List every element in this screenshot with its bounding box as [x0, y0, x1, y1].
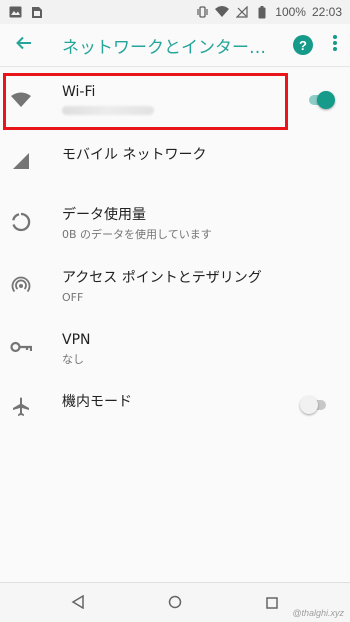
- key-icon: [10, 336, 32, 358]
- more-vert-icon: [333, 35, 337, 55]
- airplane-mode-toggle[interactable]: [300, 396, 328, 414]
- connected-network-name-blurred: [62, 106, 154, 115]
- nav-recents-button[interactable]: [262, 593, 282, 613]
- wifi-icon: [10, 89, 32, 111]
- image-notification-icon: [8, 5, 22, 19]
- overflow-menu-button[interactable]: [320, 24, 350, 67]
- nav-back-button[interactable]: [68, 593, 88, 613]
- setting-hotspot-tethering[interactable]: アクセス ポイントとテザリング OFF: [0, 253, 350, 315]
- settings-list: Wi-Fi モバイル ネットワーク データ使用量 0B のデータを使用しています: [0, 67, 350, 439]
- nav-home-icon: [168, 594, 182, 613]
- setting-wifi[interactable]: Wi-Fi: [0, 67, 350, 129]
- sim-notification-icon: [30, 5, 44, 19]
- setting-title: Wi-Fi: [62, 84, 96, 100]
- hotspot-icon: [10, 274, 32, 296]
- back-button[interactable]: [0, 24, 48, 67]
- data-usage-icon: [10, 211, 32, 233]
- setting-title: 機内モード: [62, 394, 132, 410]
- wifi-status-icon: [215, 5, 230, 19]
- clock: 22:03: [311, 5, 342, 19]
- setting-mobile-network[interactable]: モバイル ネットワーク: [0, 129, 350, 191]
- airplane-icon: [10, 396, 32, 418]
- app-bar: ネットワークとインター… ?: [0, 24, 350, 67]
- battery-icon: [255, 5, 269, 19]
- setting-title: VPN: [62, 332, 91, 348]
- battery-percent: 100%: [275, 5, 306, 19]
- arrow-back-icon: [16, 35, 32, 55]
- nav-recents-icon: [266, 594, 278, 613]
- system-nav-bar: @thalghi.xyz: [0, 582, 350, 622]
- setting-summary: OFF: [62, 291, 84, 304]
- help-button[interactable]: ?: [286, 24, 320, 67]
- watermark: @thalghi.xyz: [292, 608, 344, 618]
- wifi-toggle[interactable]: [307, 91, 335, 109]
- cellular-signal-icon: [10, 150, 32, 172]
- page-title: ネットワークとインター…: [62, 37, 266, 58]
- setting-summary: なし: [62, 353, 84, 366]
- setting-data-usage[interactable]: データ使用量 0B のデータを使用しています: [0, 191, 350, 253]
- nav-home-button[interactable]: [165, 593, 185, 613]
- setting-airplane-mode[interactable]: 機内モード: [0, 377, 350, 439]
- help-icon: ?: [293, 35, 313, 55]
- setting-summary: 0B のデータを使用しています: [62, 228, 212, 241]
- no-signal-icon: [235, 5, 249, 19]
- nav-back-icon: [71, 594, 85, 613]
- setting-title: アクセス ポイントとテザリング: [62, 270, 262, 286]
- vibrate-icon: [195, 5, 209, 19]
- setting-vpn[interactable]: VPN なし: [0, 315, 350, 377]
- status-bar: 100% 22:03: [0, 0, 350, 24]
- setting-title: データ使用量: [62, 207, 146, 223]
- setting-title: モバイル ネットワーク: [62, 147, 207, 163]
